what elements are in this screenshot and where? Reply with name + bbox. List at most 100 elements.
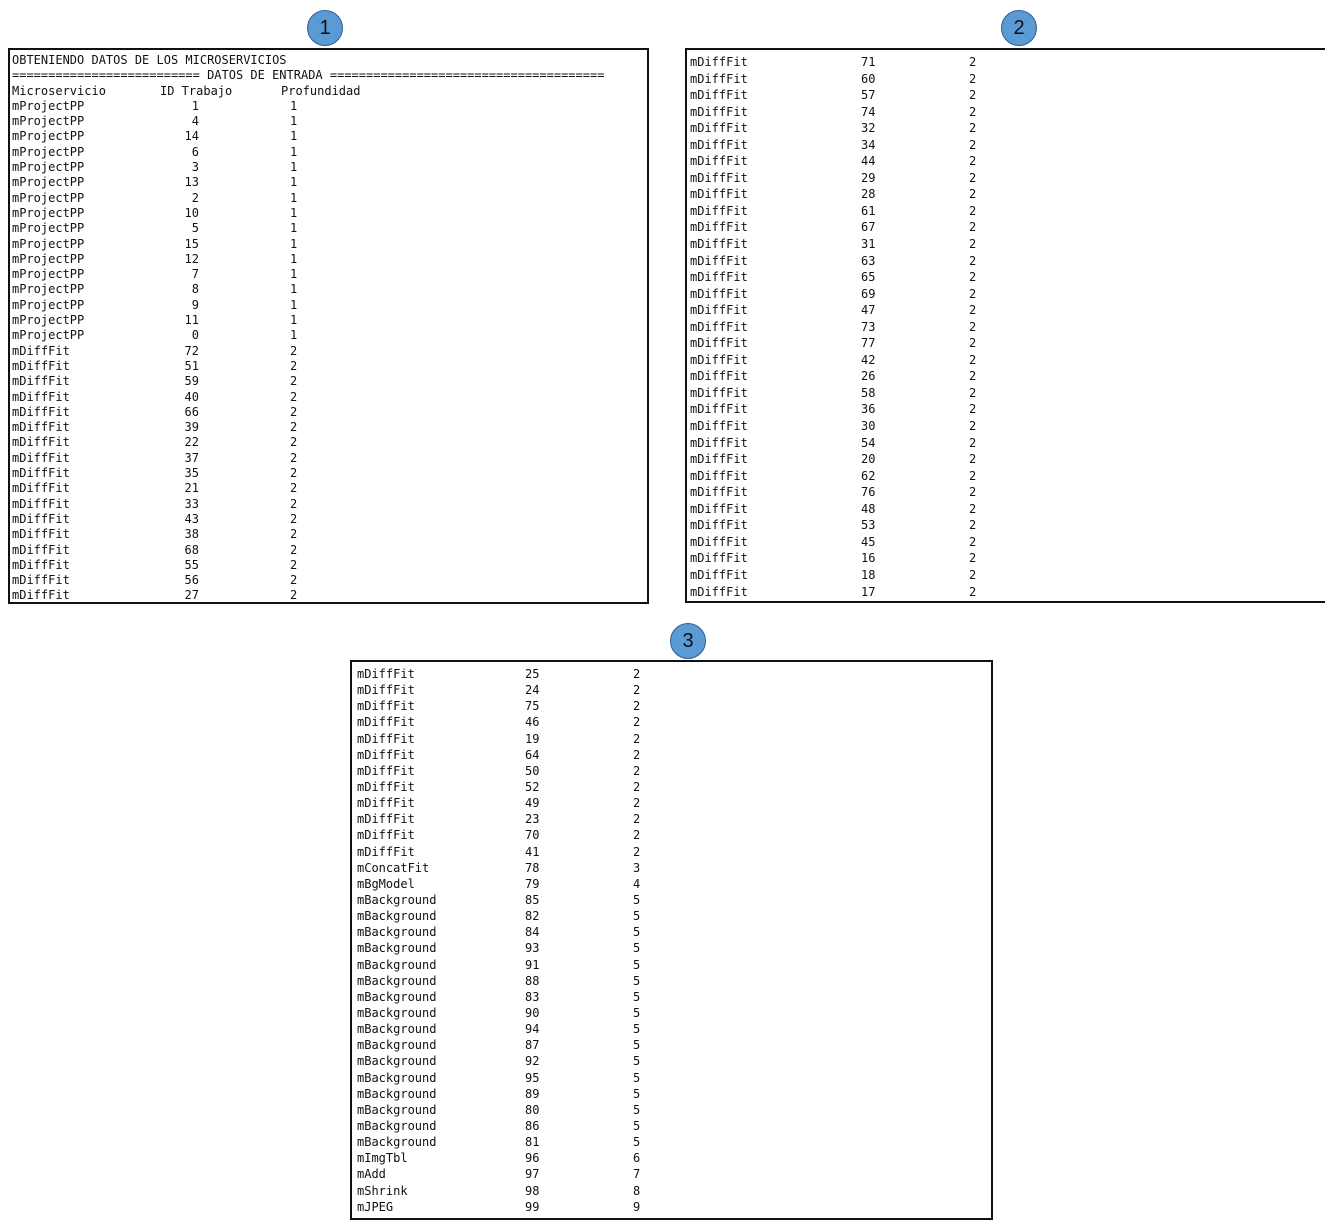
table-row: mBackground 91 5: [357, 957, 991, 973]
cell-job-id: 31: [861, 237, 876, 252]
cell-depth: 2: [969, 303, 977, 318]
cell-microservice: mDiffFit: [357, 763, 415, 778]
cell-microservice: mDiffFit: [690, 385, 748, 400]
cell-depth: 5: [633, 989, 641, 1004]
cell-job-id: 66: [184, 404, 199, 419]
cell-depth: 2: [969, 319, 977, 334]
table-row: mDiffFit 70 2: [357, 827, 991, 843]
cell-job-id: 10: [184, 205, 199, 220]
cell-depth: 2: [290, 481, 298, 496]
cell-microservice: mDiffFit: [690, 336, 748, 351]
cell-job-id: 80: [525, 1102, 540, 1117]
cell-depth: 2: [290, 389, 298, 404]
console-panel-2: mDiffFit 71 2 mDiffFit 60 2 mDiffFit 57 2 mDiffFi…: [685, 48, 1325, 603]
cell-job-id: 23: [525, 812, 540, 827]
console-separator-line: ========================== DATOS DE ENTR…: [12, 68, 605, 83]
cell-job-id: 33: [184, 496, 199, 511]
cell-microservice: mDiffFit: [690, 137, 748, 152]
table-row: mDiffFit 54 2: [690, 435, 1325, 452]
cell-depth: 2: [290, 420, 298, 435]
cell-job-id: 44: [861, 154, 876, 169]
cell-depth: 2: [969, 518, 977, 533]
table-row: mDiffFit 52 2: [357, 779, 991, 795]
table-row: mBackground 84 5: [357, 924, 991, 940]
cell-job-id: 79: [525, 876, 540, 891]
cell-job-id: 88: [525, 973, 540, 988]
cell-depth: 5: [633, 1005, 641, 1020]
cell-job-id: 11: [184, 313, 199, 328]
cell-job-id: 34: [861, 137, 876, 152]
cell-depth: 1: [290, 221, 298, 236]
cell-job-id: 77: [861, 336, 876, 351]
cell-microservice: mBackground: [357, 892, 437, 907]
table-row: mProjectPP 12 1: [12, 252, 647, 267]
table-row: mDiffFit 20 2: [690, 451, 1325, 468]
cell-microservice: mJPEG: [357, 1199, 394, 1214]
cell-depth: 2: [969, 435, 977, 450]
table-row: mDiffFit 76 2: [690, 484, 1325, 501]
cell-depth: 1: [290, 129, 298, 144]
cell-depth: 5: [633, 957, 641, 972]
cell-microservice: mDiffFit: [690, 88, 748, 103]
cell-depth: 2: [969, 551, 977, 566]
cell-depth: 1: [290, 144, 298, 159]
cell-microservice: mDiffFit: [690, 121, 748, 136]
cell-depth: 1: [290, 282, 298, 297]
table-row: mDiffFit 46 2: [357, 714, 991, 730]
cell-job-id: 38: [184, 527, 199, 542]
cell-microservice: mDiffFit: [357, 747, 415, 762]
cell-depth: 8: [633, 1183, 641, 1198]
cell-depth: 2: [633, 683, 641, 698]
table-row: mDiffFit 17 2: [690, 584, 1325, 601]
table-row: mProjectPP 5 1: [12, 221, 647, 236]
cell-depth: 4: [633, 876, 641, 891]
table-row: mDiffFit 42 2: [690, 352, 1325, 369]
cell-depth: 1: [290, 267, 298, 282]
cell-depth: 5: [633, 1038, 641, 1053]
cell-job-id: 59: [184, 374, 199, 389]
table-row: mDiffFit 77 2: [690, 335, 1325, 352]
table-row: mDiffFit 50 2: [357, 763, 991, 779]
cell-depth: 5: [633, 973, 641, 988]
table-row: mDiffFit 49 2: [357, 795, 991, 811]
cell-microservice: mBackground: [357, 1022, 437, 1037]
table-row: mDiffFit 32 2: [690, 120, 1325, 137]
cell-job-id: 12: [184, 251, 199, 266]
cell-microservice: mBackground: [357, 1086, 437, 1101]
cell-microservice: mBackground: [357, 1038, 437, 1053]
cell-depth: 2: [633, 667, 641, 681]
cell-job-id: 30: [861, 419, 876, 434]
table-row: mDiffFit 73 2: [690, 319, 1325, 336]
table-row: mDiffFit 74 2: [690, 104, 1325, 121]
cell-microservice: mDiffFit: [357, 844, 415, 859]
table-row: mDiffFit 36 2: [690, 401, 1325, 418]
cell-depth: 2: [290, 573, 298, 588]
table-row: mDiffFit 16 2: [690, 550, 1325, 567]
cell-job-id: 22: [184, 435, 199, 450]
table-header: Microservicio ID Trabajo Profundidad: [12, 84, 647, 99]
table-row: mDiffFit 59 2: [12, 374, 647, 389]
cell-job-id: 2: [191, 190, 199, 205]
table-row: mDiffFit 51 2: [12, 359, 647, 374]
cell-depth: 2: [633, 699, 641, 714]
table-row: mDiffFit 66 2: [12, 405, 647, 420]
cell-job-id: 53: [861, 518, 876, 533]
table-row: mBackground 81 5: [357, 1134, 991, 1150]
cell-job-id: 58: [861, 385, 876, 400]
cell-depth: 1: [290, 160, 298, 175]
cell-depth: 5: [633, 1118, 641, 1133]
cell-job-id: 4: [191, 114, 199, 129]
cell-job-id: 14: [184, 129, 199, 144]
table-row: mBackground 86 5: [357, 1118, 991, 1134]
cell-microservice: mBackground: [357, 1118, 437, 1133]
cell-microservice: mBackground: [357, 1054, 437, 1069]
cell-microservice: mDiffFit: [690, 170, 748, 185]
table-row: mProjectPP 15 1: [12, 237, 647, 252]
cell-job-id: 51: [184, 358, 199, 373]
cell-depth: 2: [290, 527, 298, 542]
cell-depth: 2: [633, 731, 641, 746]
cell-depth: 5: [633, 1102, 641, 1117]
table-row: mDiffFit 34 2: [690, 137, 1325, 154]
table-row: mDiffFit 44 2: [690, 153, 1325, 170]
table-row: mDiffFit 60 2: [690, 71, 1325, 88]
